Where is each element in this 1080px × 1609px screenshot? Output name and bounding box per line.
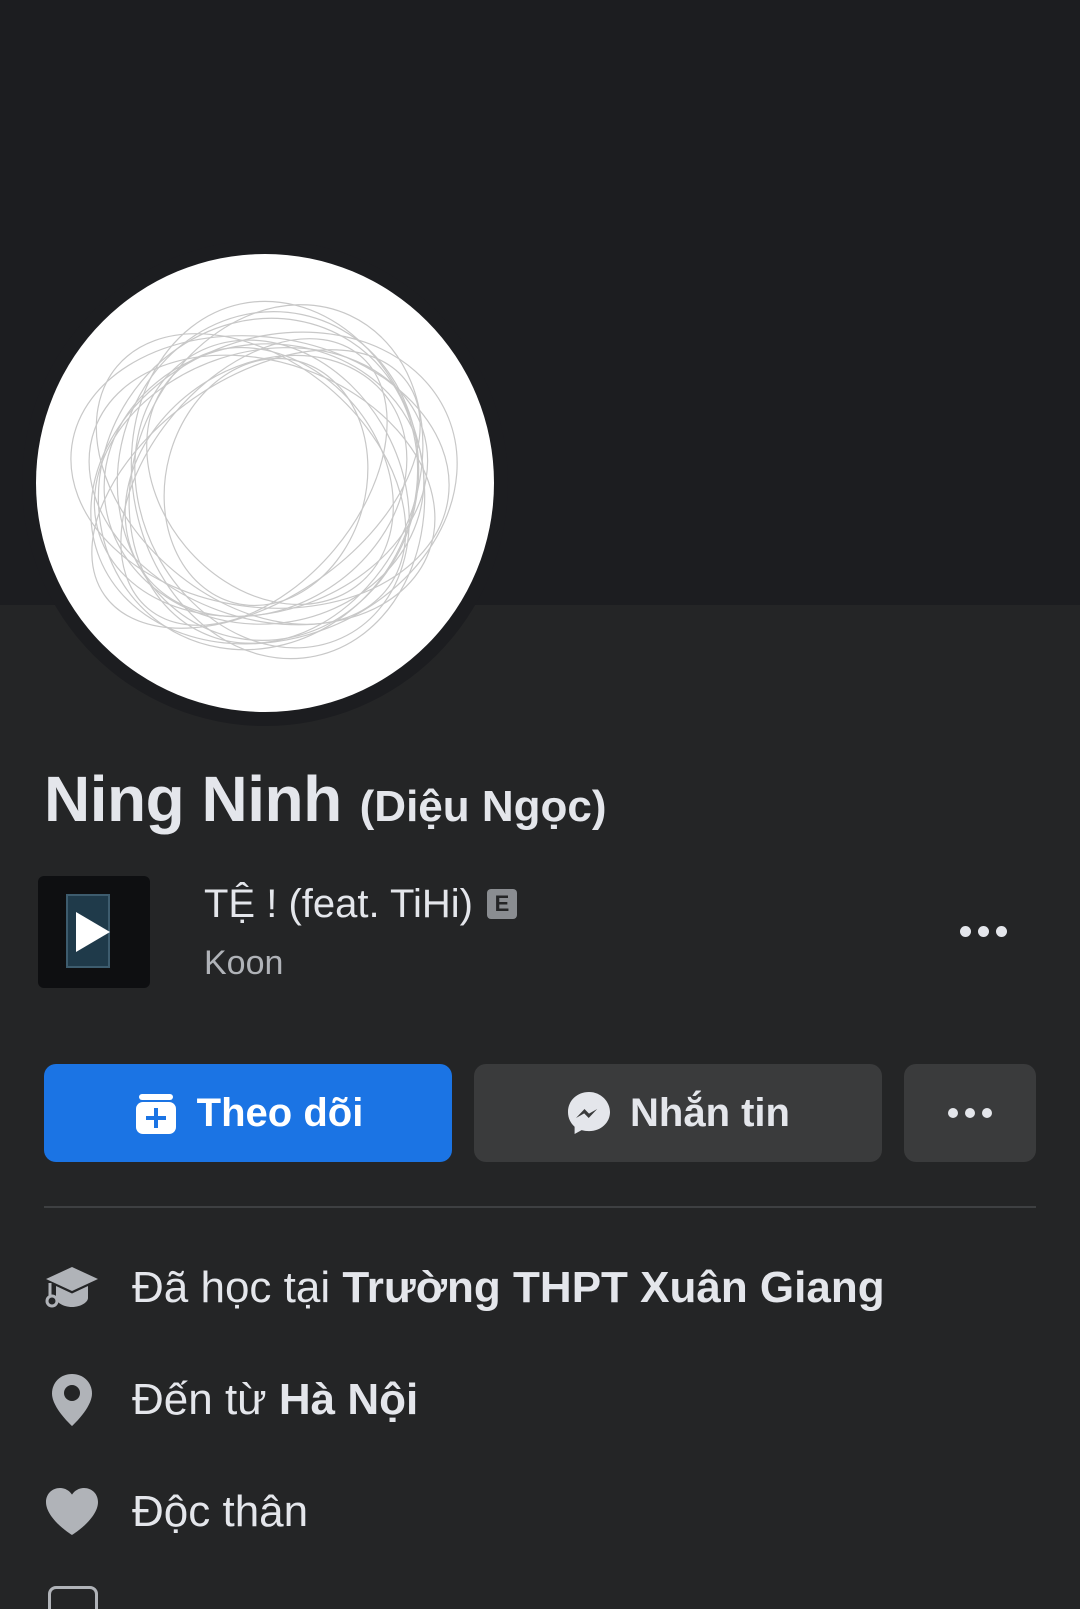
more-icon[interactable]	[948, 906, 1018, 956]
relationship-text: Độc thân	[132, 1487, 309, 1536]
profile-picture[interactable]	[36, 254, 494, 712]
profile-music[interactable]: TỆ ! (feat. TiHi) E Koon	[38, 876, 1038, 988]
message-label: Nhắn tin	[630, 1090, 790, 1135]
explicit-badge: E	[486, 889, 517, 919]
follow-button[interactable]: Theo dõi	[44, 1064, 452, 1162]
song-cover-art[interactable]	[38, 876, 150, 988]
scribble-drawing	[70, 300, 458, 660]
profile-name: Ning Ninh	[44, 763, 342, 835]
more-actions-button[interactable]	[904, 1064, 1036, 1162]
school-name[interactable]: Trường THPT Xuân Giang	[342, 1263, 884, 1312]
follow-plus-icon	[133, 1090, 179, 1136]
song-title-text: TỆ ! (feat. TiHi)	[204, 882, 473, 926]
hometown-row[interactable]: Đến từ Hà Nội	[44, 1365, 1044, 1435]
hometown-name[interactable]: Hà Nội	[279, 1375, 418, 1424]
education-text: Đã học tại Trường THPT Xuân Giang	[132, 1263, 885, 1312]
alternate-name: (Diệu Ngọc)	[359, 782, 607, 831]
play-icon[interactable]	[76, 912, 110, 952]
song-artist: Koon	[204, 944, 284, 982]
education-row[interactable]: Đã học tại Trường THPT Xuân Giang	[44, 1253, 1044, 1323]
more-icon	[948, 1108, 958, 1118]
message-button[interactable]: Nhắn tin	[474, 1064, 882, 1162]
hometown-text: Đến từ Hà Nội	[132, 1375, 419, 1424]
follow-label: Theo dõi	[196, 1090, 364, 1135]
partially-visible-icon	[48, 1586, 98, 1609]
graduation-cap-icon	[44, 1260, 100, 1316]
relationship-row: Độc thân	[44, 1477, 1044, 1547]
heart-icon	[44, 1484, 100, 1540]
divider	[44, 1206, 1036, 1208]
profile-name-row: Ning Ninh (Diệu Ngọc)	[44, 762, 607, 842]
messenger-icon	[566, 1090, 612, 1136]
location-pin-icon	[44, 1372, 100, 1428]
song-title[interactable]: TỆ ! (feat. TiHi) E	[204, 882, 517, 927]
